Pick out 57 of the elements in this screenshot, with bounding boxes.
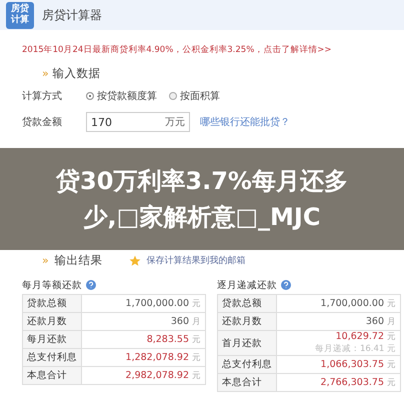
overlay-title: 贷30万利率3.7%每月还多少,□家解析意□_MJC bbox=[54, 166, 349, 233]
amount-value: 1,066,303.75 bbox=[320, 358, 384, 370]
unit-label: 元 bbox=[192, 298, 201, 310]
input-field[interactable]: 170 万元 bbox=[86, 112, 190, 132]
unit-label: 元 bbox=[192, 370, 201, 382]
amount-value: 1,700,000.00 bbox=[320, 298, 384, 308]
table-cell: 本息合计 bbox=[22, 366, 82, 384]
chevron-icon: » bbox=[42, 67, 49, 80]
amount-value: 360 bbox=[170, 316, 189, 326]
field-value: 170 bbox=[91, 116, 112, 128]
amount-value: 1,282,078.92 bbox=[126, 352, 189, 362]
table-cell: 每月还款 bbox=[22, 330, 82, 348]
banks-link[interactable]: 哪些银行还能批贷？ bbox=[200, 115, 290, 129]
option-label: 按贷款额度算 bbox=[97, 90, 157, 103]
amount-value: 2,766,303.75 bbox=[320, 376, 384, 388]
help-icon[interactable] bbox=[86, 280, 96, 290]
radio-option[interactable]: 按贷款额度算 bbox=[86, 89, 157, 103]
option-label: 按面积算 bbox=[180, 90, 220, 103]
table-cell: 贷款总额 bbox=[218, 294, 276, 312]
table-cell: 总支付利息 bbox=[22, 348, 82, 366]
amount-value: 10,629.72 bbox=[336, 331, 384, 342]
page-title: 房贷计算器 bbox=[42, 6, 102, 24]
table-cell: 首月还款 bbox=[218, 330, 276, 356]
table-cell: 还款月数 bbox=[22, 312, 82, 330]
help-icon[interactable] bbox=[281, 280, 291, 290]
unit-label: 月 bbox=[387, 316, 396, 328]
field-label: 贷款金额 bbox=[22, 116, 63, 129]
table-cell: 贷款总额 bbox=[22, 294, 82, 312]
table-title: 逐月递减还款 bbox=[217, 278, 277, 292]
section-title: 输出结果 bbox=[54, 253, 103, 268]
save-email-link[interactable]: 保存计算结果到我的邮箱 bbox=[146, 254, 246, 267]
radio-icon[interactable] bbox=[86, 92, 94, 100]
unit-label: 万元 bbox=[165, 116, 185, 129]
amount-value: 2,982,078.92 bbox=[126, 370, 189, 380]
chevron-icon: » bbox=[42, 254, 49, 267]
unit-label: 元 bbox=[387, 358, 396, 370]
table-title: 每月等额还款 bbox=[22, 278, 82, 292]
unit-label: 元 bbox=[387, 298, 396, 310]
decrease-note: 每月递减：16.41 元 bbox=[314, 343, 396, 355]
unit-label: 元 bbox=[387, 331, 396, 343]
radio-option[interactable]: 按面积算 bbox=[169, 89, 220, 103]
section-title: 输入数据 bbox=[52, 66, 101, 81]
amount-value: 8,283.55 bbox=[146, 334, 189, 344]
rate-notice-link[interactable]: 2015年10月24日最新商贷利率4.90%，公积金利率3.25%，点击了解详情>> bbox=[22, 44, 404, 56]
unit-label: 元 bbox=[192, 334, 201, 346]
logo-icon: 房贷 计算 bbox=[6, 2, 34, 28]
table-cell: 总支付利息 bbox=[218, 356, 276, 374]
unit-label: 月 bbox=[192, 316, 201, 328]
unit-label: 元 bbox=[387, 376, 396, 388]
radio-icon[interactable] bbox=[169, 92, 177, 100]
table-cell: 本息合计 bbox=[218, 374, 276, 392]
field-label: 计算方式 bbox=[22, 90, 63, 103]
amount-value: 360 bbox=[366, 316, 384, 326]
amount-value: 1,700,000.00 bbox=[126, 298, 189, 308]
unit-label: 元 bbox=[192, 352, 201, 364]
star-icon bbox=[128, 254, 141, 266]
table-cell: 还款月数 bbox=[218, 312, 276, 330]
